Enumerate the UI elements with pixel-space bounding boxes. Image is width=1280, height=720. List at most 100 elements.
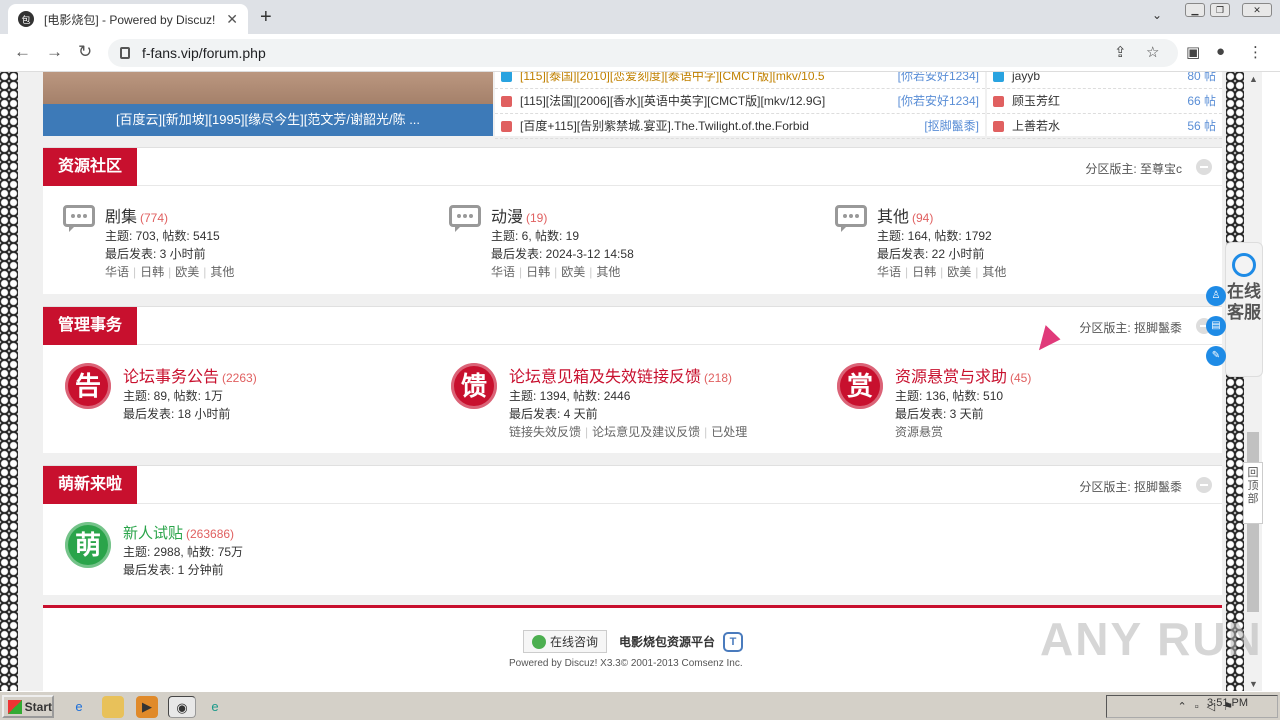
forum-today-count: (263686) bbox=[186, 527, 235, 541]
start-button[interactable]: Start bbox=[2, 695, 54, 718]
thread-row[interactable]: [115][泰国][2010][恋爱刻度][泰语中字][CMCT版][mkv/1… bbox=[495, 72, 985, 89]
thread-author[interactable]: [你若安好1234] bbox=[898, 72, 979, 88]
forum-last-post[interactable]: 最后发表: 3 天前 bbox=[895, 405, 1031, 423]
featured-image-slide[interactable]: [百度云][新加坡][1995][缘尽今生][范文芳/谢韶光/陈 ... bbox=[43, 72, 493, 136]
subforum-link[interactable]: 日韩 bbox=[526, 265, 550, 279]
subforum-link[interactable]: 已处理 bbox=[711, 425, 747, 439]
share-icon[interactable]: ⇪ bbox=[1114, 43, 1127, 61]
tab-search-chevron-icon[interactable]: ⌄ bbox=[1152, 8, 1162, 22]
subforum-link[interactable]: 华语 bbox=[105, 265, 129, 279]
forum-name[interactable]: 动漫 bbox=[491, 209, 523, 226]
powered-by-text[interactable]: Powered by Discuz! X3.3© 2001-2013 Comse… bbox=[509, 658, 743, 669]
section-title[interactable]: 管理事务 bbox=[43, 307, 138, 345]
forum-last-post[interactable]: 最后发表: 1 分钟前 bbox=[123, 561, 243, 579]
document-icon[interactable]: ▤ bbox=[1206, 316, 1226, 336]
browser-tab[interactable]: 包 [电影烧包] - Powered by Discuz! ✕ bbox=[8, 4, 248, 34]
thread-row[interactable]: [百度+115][告别紫禁城.宴亚].The.Twilight.of.the.F… bbox=[495, 114, 985, 139]
subforum-link[interactable]: 欧美 bbox=[947, 265, 971, 279]
page-scrollbar[interactable]: ▲ ▼ bbox=[1244, 72, 1262, 691]
back-icon[interactable]: ← bbox=[14, 42, 31, 62]
thread-author[interactable]: [你若安好1234] bbox=[898, 89, 979, 113]
forum-last-post[interactable]: 最后发表: 4 天前 bbox=[509, 405, 747, 423]
collapse-icon[interactable] bbox=[1196, 159, 1212, 175]
section-header: 资源社区 分区版主: 至尊宝c bbox=[43, 148, 1222, 186]
watermark: ANY RUN bbox=[1040, 613, 1263, 665]
section-moderator[interactable]: 分区版主: 抠脚鬣黍 bbox=[1079, 478, 1182, 495]
section-moderator[interactable]: 分区版主: 抠脚鬣黍 bbox=[1079, 319, 1182, 336]
close-window-button[interactable]: ✕ bbox=[1242, 3, 1272, 17]
subforum-link[interactable]: 其他 bbox=[596, 265, 620, 279]
featured-image-caption[interactable]: [百度云][新加坡][1995][缘尽今生][范文芳/谢韶光/陈 ... bbox=[43, 104, 493, 136]
forum-name[interactable]: 其他 bbox=[877, 209, 909, 226]
ranking-user[interactable]: 上善若水 bbox=[1012, 114, 1187, 138]
forum-last-post[interactable]: 最后发表: 3 小时前 bbox=[105, 245, 234, 263]
online-consult-button[interactable]: 在线咨询 bbox=[523, 630, 608, 653]
menu-kebab-icon[interactable]: ⋮ bbox=[1248, 43, 1263, 61]
thread-author[interactable]: [抠脚鬣黍] bbox=[924, 114, 979, 138]
subforum-link[interactable]: 其他 bbox=[210, 265, 234, 279]
scroll-up-icon[interactable]: ▲ bbox=[1249, 74, 1258, 84]
edge-icon[interactable]: e bbox=[204, 696, 226, 718]
section-moderator[interactable]: 分区版主: 至尊宝c bbox=[1085, 160, 1182, 177]
edit-icon[interactable]: ✎ bbox=[1206, 346, 1226, 366]
network-icon[interactable]: ▫ bbox=[1195, 701, 1199, 713]
ranking-row[interactable]: 上善若水 56 帖 bbox=[987, 114, 1222, 139]
subforum-link[interactable]: 其他 bbox=[982, 265, 1006, 279]
subforum-link[interactable]: 资源悬赏 bbox=[895, 425, 943, 439]
contact-user-icon[interactable]: ♙ bbox=[1206, 286, 1226, 306]
ranking-row[interactable]: 顾玉芳红 66 帖 bbox=[987, 89, 1222, 114]
ranking-user[interactable]: jayyb bbox=[1012, 72, 1187, 88]
tray-expand-icon[interactable]: ⌃ bbox=[1178, 700, 1187, 713]
subforum-link[interactable]: 日韩 bbox=[140, 265, 164, 279]
address-bar[interactable]: f-fans.vip/forum.php bbox=[108, 39, 1178, 67]
ranking-row[interactable]: jayyb 80 帖 bbox=[987, 72, 1222, 89]
media-player-icon[interactable]: ▶ bbox=[136, 696, 158, 718]
back-to-top-button[interactable]: 回顶部 bbox=[1243, 462, 1263, 524]
forward-icon[interactable]: → bbox=[46, 42, 63, 62]
subforum-link[interactable]: 华语 bbox=[491, 265, 515, 279]
online-service-widget[interactable]: 在线客服 bbox=[1225, 242, 1263, 377]
forum-last-post[interactable]: 最后发表: 22 小时前 bbox=[877, 245, 1006, 263]
subforum-link[interactable]: 华语 bbox=[877, 265, 901, 279]
subforum-link[interactable]: 日韩 bbox=[912, 265, 936, 279]
section-title[interactable]: 萌新来啦 bbox=[43, 466, 138, 504]
thread-type-icon bbox=[501, 121, 512, 132]
thread-title[interactable]: [115][法国][2006][香水][英语中英字][CMCT版][mkv/12… bbox=[520, 89, 898, 113]
url-text: f-fans.vip/forum.php bbox=[142, 45, 266, 61]
sidebar-icon[interactable]: ▣ bbox=[1186, 43, 1200, 61]
forum-entry: 馈 论坛意见箱及失效链接反馈 (218) 主题: 1394, 帖数: 2446 最… bbox=[451, 363, 747, 441]
clock: 3:51 PM bbox=[1207, 697, 1248, 709]
platform-name: 电影烧包资源平台 bbox=[619, 635, 716, 649]
close-tab-icon[interactable]: ✕ bbox=[226, 11, 238, 28]
forum-entry: 萌 新人试贴 (263686) 主题: 2988, 帖数: 75万 最后发表: 1… bbox=[65, 522, 243, 579]
chrome-icon[interactable]: ◉ bbox=[168, 696, 196, 718]
restore-button[interactable]: ❐ bbox=[1210, 3, 1230, 17]
section-title[interactable]: 资源社区 bbox=[43, 148, 138, 186]
thread-title[interactable]: [115][泰国][2010][恋爱刻度][泰语中字][CMCT版][mkv/1… bbox=[520, 72, 898, 88]
reload-icon[interactable]: ↻ bbox=[78, 42, 92, 62]
ranking-user[interactable]: 顾玉芳红 bbox=[1012, 89, 1187, 113]
subforum-link[interactable]: 链接失效反馈 bbox=[509, 425, 581, 439]
forum-name[interactable]: 论坛事务公告 bbox=[123, 369, 219, 386]
forum-last-post[interactable]: 最后发表: 2024-3-12 14:58 bbox=[491, 245, 634, 263]
forum-name[interactable]: 剧集 bbox=[105, 209, 137, 226]
new-tab-button[interactable]: + bbox=[260, 6, 272, 29]
forum-last-post[interactable]: 最后发表: 18 小时前 bbox=[123, 405, 257, 423]
chat-icon bbox=[532, 634, 546, 649]
thread-row[interactable]: [115][法国][2006][香水][英语中英字][CMCT版][mkv/12… bbox=[495, 89, 985, 114]
collapse-icon[interactable] bbox=[1196, 477, 1212, 493]
bookmark-star-icon[interactable]: ☆ bbox=[1146, 43, 1159, 61]
forum-stats: 主题: 136, 帖数: 510 bbox=[895, 389, 1004, 403]
folder-icon[interactable] bbox=[102, 696, 124, 718]
thread-title[interactable]: [百度+115][告别紫禁城.宴亚].The.Twilight.of.the.F… bbox=[520, 114, 924, 138]
minimize-button[interactable]: ▁ bbox=[1185, 3, 1205, 17]
profile-icon[interactable]: ● bbox=[1216, 43, 1225, 60]
ie-icon[interactable]: e bbox=[68, 696, 90, 718]
subforum-link[interactable]: 欧美 bbox=[175, 265, 199, 279]
forum-name[interactable]: 新人试贴 bbox=[123, 525, 183, 542]
forum-name[interactable]: 论坛意见箱及失效链接反馈 bbox=[509, 369, 701, 386]
forum-name[interactable]: 资源悬赏与求助 bbox=[895, 369, 1007, 386]
subforum-link[interactable]: 论坛意见及建议反馈 bbox=[592, 425, 700, 439]
subforum-link[interactable]: 欧美 bbox=[561, 265, 585, 279]
scroll-down-icon[interactable]: ▼ bbox=[1249, 679, 1258, 689]
